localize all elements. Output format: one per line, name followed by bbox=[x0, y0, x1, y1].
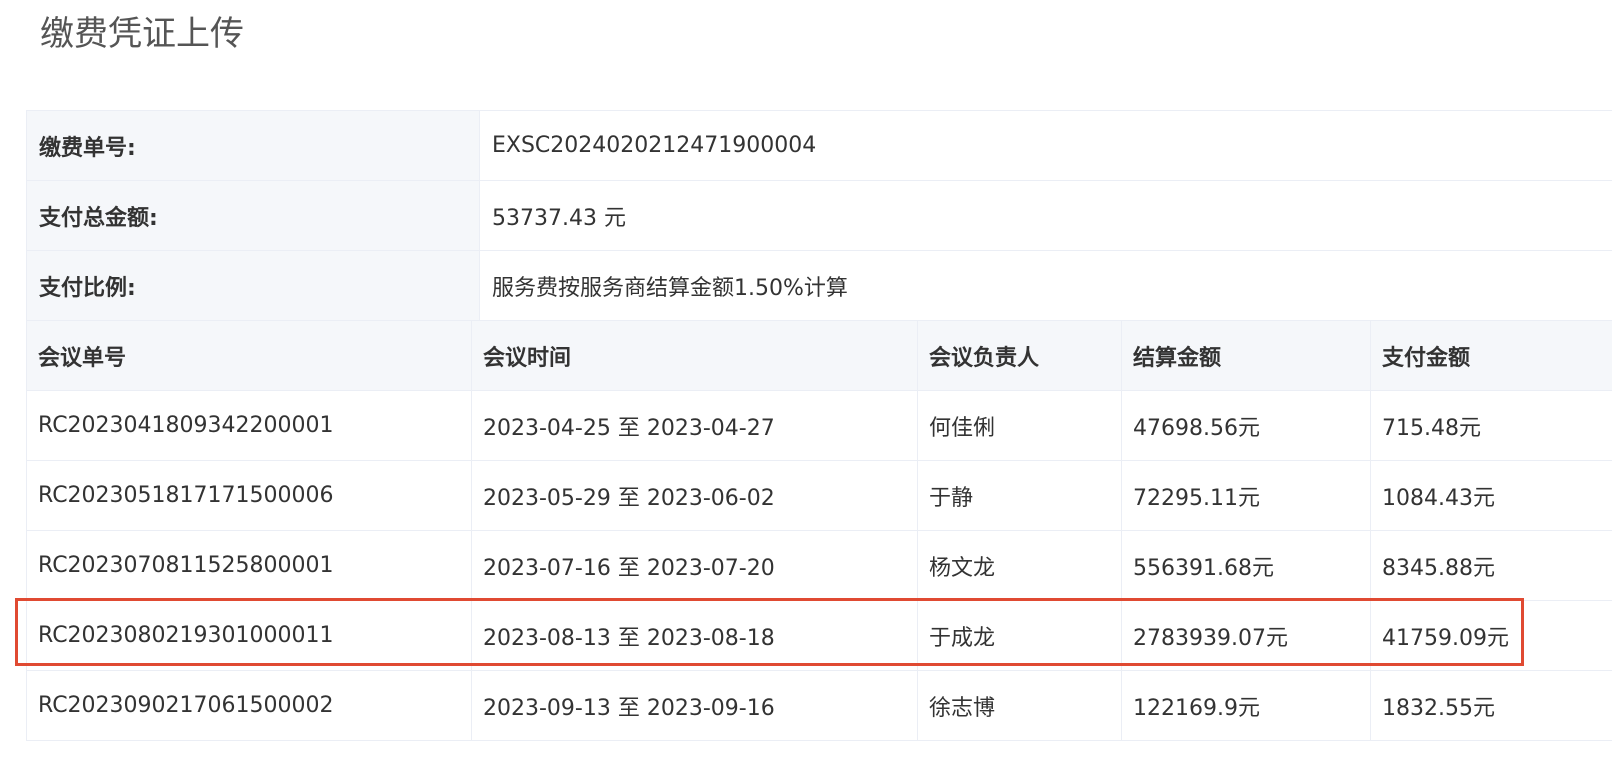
cell-meeting-time: 2023-04-25 至 2023-04-27 bbox=[471, 390, 918, 461]
cell-settlement-amount: 2783939.07元 bbox=[1121, 600, 1371, 671]
cell-meeting-owner: 杨文龙 bbox=[917, 530, 1122, 601]
cell-payment-amount: 1084.43元 bbox=[1370, 460, 1612, 531]
info-row-payment-ratio: 支付比例: 服务费按服务商结算金额1.50%计算 bbox=[26, 250, 1612, 321]
payment-info-table: 缴费单号: EXSC2024020212471900004 支付总金额: 537… bbox=[26, 110, 1612, 321]
total-amount-label: 支付总金额: bbox=[26, 180, 480, 251]
payment-ratio-label: 支付比例: bbox=[26, 250, 480, 321]
table-row[interactable]: RC2023090217061500002 2023-09-13 至 2023-… bbox=[26, 670, 1612, 741]
order-number-label: 缴费单号: bbox=[26, 110, 480, 181]
page-title: 缴费凭证上传 bbox=[40, 14, 244, 54]
cell-meeting-owner: 徐志博 bbox=[917, 670, 1122, 741]
cell-meeting-id: RC2023070811525800001 bbox=[26, 530, 472, 601]
cell-meeting-time: 2023-09-13 至 2023-09-16 bbox=[471, 670, 918, 741]
header-settlement-amount: 结算金额 bbox=[1121, 320, 1371, 391]
table-row[interactable]: RC2023051817171500006 2023-05-29 至 2023-… bbox=[26, 460, 1612, 531]
cell-meeting-id: RC2023090217061500002 bbox=[26, 670, 472, 741]
cell-payment-amount: 1832.55元 bbox=[1370, 670, 1612, 741]
cell-meeting-id: RC2023041809342200001 bbox=[26, 390, 472, 461]
info-row-order-number: 缴费单号: EXSC2024020212471900004 bbox=[26, 110, 1612, 181]
cell-meeting-time: 2023-05-29 至 2023-06-02 bbox=[471, 460, 918, 531]
cell-settlement-amount: 556391.68元 bbox=[1121, 530, 1371, 601]
cell-meeting-time: 2023-08-13 至 2023-08-18 bbox=[471, 600, 918, 671]
header-meeting-time: 会议时间 bbox=[471, 320, 918, 391]
total-amount-value: 53737.43 元 bbox=[479, 180, 1612, 251]
cell-meeting-owner: 于成龙 bbox=[917, 600, 1122, 671]
cell-settlement-amount: 47698.56元 bbox=[1121, 390, 1371, 461]
cell-meeting-owner: 于静 bbox=[917, 460, 1122, 531]
cell-settlement-amount: 72295.11元 bbox=[1121, 460, 1371, 531]
cell-settlement-amount: 122169.9元 bbox=[1121, 670, 1371, 741]
cell-meeting-id: RC2023051817171500006 bbox=[26, 460, 472, 531]
header-payment-amount: 支付金额 bbox=[1370, 320, 1612, 391]
cell-payment-amount: 8345.88元 bbox=[1370, 530, 1612, 601]
cell-meeting-time: 2023-07-16 至 2023-07-20 bbox=[471, 530, 918, 601]
table-row[interactable]: RC2023070811525800001 2023-07-16 至 2023-… bbox=[26, 530, 1612, 601]
info-row-total-amount: 支付总金额: 53737.43 元 bbox=[26, 180, 1612, 251]
cell-meeting-id: RC2023080219301000011 bbox=[26, 600, 472, 671]
cell-payment-amount: 41759.09元 bbox=[1370, 600, 1612, 671]
order-number-value: EXSC2024020212471900004 bbox=[479, 110, 1612, 181]
cell-payment-amount: 715.48元 bbox=[1370, 390, 1612, 461]
header-meeting-owner: 会议负责人 bbox=[917, 320, 1122, 391]
meeting-table: 会议单号 会议时间 会议负责人 结算金额 支付金额 RC202304180934… bbox=[26, 320, 1612, 741]
header-meeting-id: 会议单号 bbox=[26, 320, 472, 391]
table-header-row: 会议单号 会议时间 会议负责人 结算金额 支付金额 bbox=[26, 320, 1612, 391]
payment-ratio-value: 服务费按服务商结算金额1.50%计算 bbox=[479, 250, 1612, 321]
table-row-highlighted[interactable]: RC2023080219301000011 2023-08-13 至 2023-… bbox=[26, 600, 1612, 671]
table-row[interactable]: RC2023041809342200001 2023-04-25 至 2023-… bbox=[26, 390, 1612, 461]
cell-meeting-owner: 何佳俐 bbox=[917, 390, 1122, 461]
